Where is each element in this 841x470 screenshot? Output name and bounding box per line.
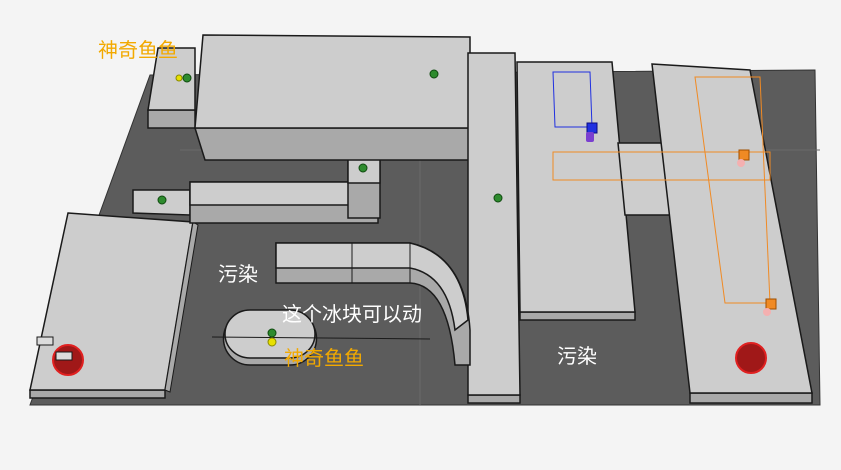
player-marker-purple[interactable] xyxy=(586,132,594,142)
switch-block-goal[interactable] xyxy=(55,351,73,361)
spawn-marker-stub[interactable] xyxy=(358,163,368,173)
enemy-marker-orange-1[interactable] xyxy=(738,149,750,161)
goal-marker-right[interactable] xyxy=(735,342,767,374)
player-marker-blue[interactable] xyxy=(586,122,598,134)
spawn-marker-middle[interactable] xyxy=(493,193,503,203)
label-ice-movable: 这个冰块可以动 xyxy=(282,302,422,326)
level-scene xyxy=(29,34,821,406)
spawn-marker-pill[interactable] xyxy=(267,328,277,338)
label-pollution-right: 污染 xyxy=(557,344,597,368)
fish-marker-top[interactable] xyxy=(175,74,183,82)
spawn-marker-top[interactable] xyxy=(429,69,439,79)
label-magic-fish-bottom: 神奇鱼鱼 xyxy=(284,346,364,370)
block-top-large xyxy=(193,34,471,161)
label-magic-fish-top: 神奇鱼鱼 xyxy=(98,38,178,62)
game-viewport: 神奇鱼鱼 神奇鱼鱼 污染 污染 这个冰块可以动 xyxy=(0,0,841,470)
spawn-marker-left[interactable] xyxy=(157,195,167,205)
label-pollution-left: 污染 xyxy=(218,262,258,286)
block-left-large xyxy=(29,212,199,399)
block-middle-vertical xyxy=(467,52,521,404)
switch-block-left[interactable] xyxy=(36,336,54,346)
enemy-marker-orange-2[interactable] xyxy=(765,298,777,310)
spawn-marker-top-left[interactable] xyxy=(182,73,192,83)
fish-marker-pill[interactable] xyxy=(267,337,277,347)
